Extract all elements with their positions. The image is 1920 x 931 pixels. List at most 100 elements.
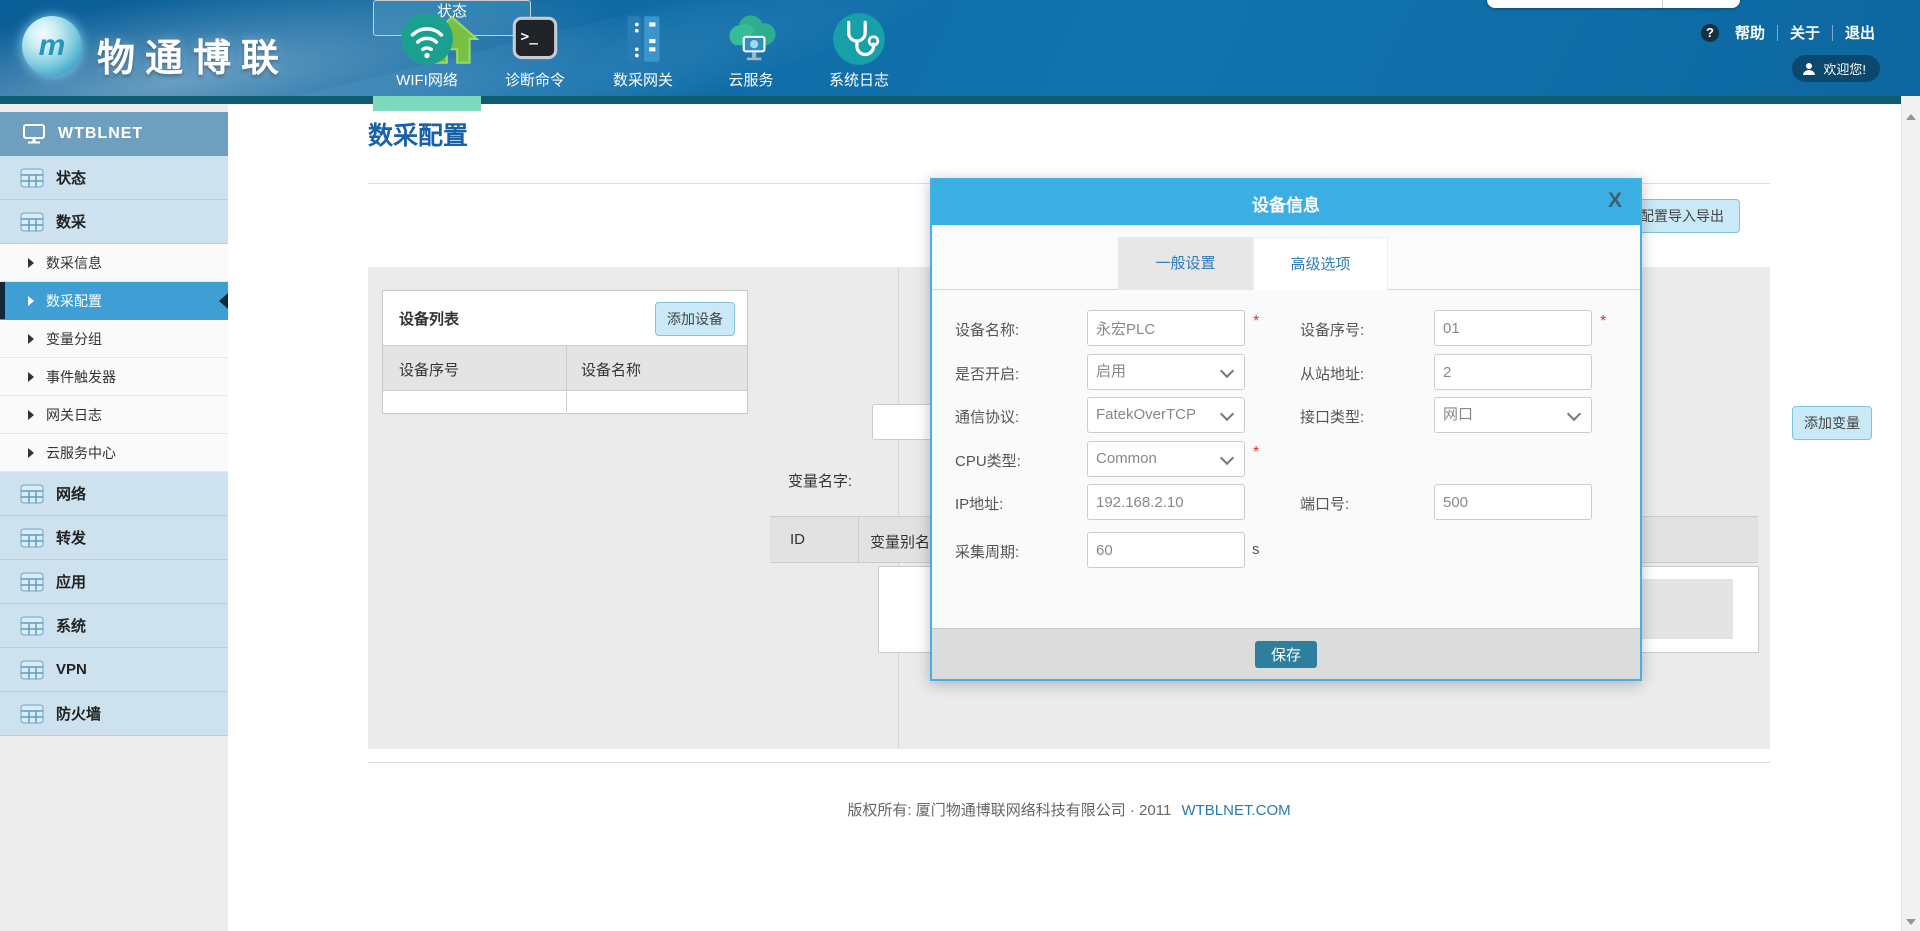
brand-globe-icon: m xyxy=(22,16,82,76)
link-divider xyxy=(1832,25,1833,41)
add-variable-button[interactable]: 添加变量 xyxy=(1792,406,1872,440)
scroll-up-arrow-icon[interactable] xyxy=(1906,114,1916,120)
logout-link[interactable]: 退出 xyxy=(1845,22,1875,43)
slave-address-input[interactable] xyxy=(1434,354,1592,390)
active-left-bar xyxy=(0,282,5,319)
triangle-icon xyxy=(28,296,34,306)
device-name-input[interactable] xyxy=(1087,310,1245,346)
sidebar-item-dataacq-config[interactable]: 数采配置 xyxy=(0,282,228,320)
sidebar-item-network[interactable]: 网络 xyxy=(0,472,228,516)
device-list-title: 设备列表 xyxy=(399,308,459,329)
sidebar-item-label: 防火墙 xyxy=(56,703,101,724)
id-column-header: ID xyxy=(790,531,805,548)
sidebar-item-application[interactable]: 应用 xyxy=(0,560,228,604)
device-table-column-divider xyxy=(566,346,567,412)
nav-label: 数采网关 xyxy=(589,69,697,90)
close-icon[interactable]: X xyxy=(1608,189,1622,213)
interface-type-select[interactable]: 网口 xyxy=(1434,397,1592,433)
sidebar-item-label: 网关日志 xyxy=(46,405,102,425)
tab-advanced-options[interactable]: 高级选项 xyxy=(1253,237,1388,290)
device-info-modal: 设备信息 X 一般设置 高级选项 设备名称: * 是否开启: 启用 通信协议: … xyxy=(930,178,1642,681)
page-title: 数采配置 xyxy=(368,116,468,152)
chevron-down-icon xyxy=(1220,451,1234,465)
sidebar-item-label: 数采信息 xyxy=(46,253,102,273)
interface-type-label: 接口类型: xyxy=(1300,406,1364,427)
device-list-header: 设备列表 添加设备 xyxy=(383,291,747,346)
terminal-icon: >_ xyxy=(506,10,564,70)
scroll-down-arrow-icon[interactable] xyxy=(1906,919,1916,925)
nav-item-gateway[interactable]: 数采网关 xyxy=(589,0,697,96)
port-input[interactable] xyxy=(1434,484,1592,520)
footer-divider xyxy=(368,762,1770,763)
sidebar-item-label: 系统 xyxy=(56,615,86,636)
nav-item-syslog[interactable]: 系统日志 xyxy=(805,0,913,96)
protocol-label: 通信协议: xyxy=(955,406,1019,427)
link-divider xyxy=(1777,25,1778,41)
sidebar-item-firewall[interactable]: 防火墙 xyxy=(0,692,228,736)
sidebar: WTBLNET 状态 数采 数采信息 数采配置 变量分组 事件触发器 xyxy=(0,104,228,931)
enabled-select[interactable]: 启用 xyxy=(1087,354,1245,390)
sidebar-item-system[interactable]: 系统 xyxy=(0,604,228,648)
sidebar-item-status[interactable]: 状态 xyxy=(0,156,228,200)
welcome-badge: 欢迎您! xyxy=(1792,55,1880,82)
grid-icon xyxy=(20,168,44,188)
variable-name-label: 变量名字: xyxy=(788,470,852,491)
tab-general-settings[interactable]: 一般设置 xyxy=(1118,237,1253,290)
header-links: ? 帮助 关于 退出 xyxy=(1701,22,1875,43)
grid-icon xyxy=(20,484,44,504)
page-scrollbar[interactable] xyxy=(1901,96,1920,931)
device-serial-label: 设备序号: xyxy=(1300,319,1364,340)
active-right-arrow xyxy=(219,293,228,309)
cloud-icon xyxy=(722,10,780,70)
sidebar-item-label: 事件触发器 xyxy=(46,367,116,387)
nav-active-underline xyxy=(373,96,481,111)
nav-label: WIFI网络 xyxy=(373,69,481,90)
slave-address-label: 从站地址: xyxy=(1300,363,1364,384)
grid-icon xyxy=(20,616,44,636)
user-icon xyxy=(1802,62,1816,76)
device-serial-column-header: 设备序号 xyxy=(399,359,459,380)
sidebar-item-dataacq-info[interactable]: 数采信息 xyxy=(0,244,228,282)
sidebar-item-vpn[interactable]: VPN xyxy=(0,648,228,692)
nav-item-cloud[interactable]: 云服务 xyxy=(697,0,805,96)
nav-item-wifi[interactable]: WIFI网络 xyxy=(373,0,481,96)
add-device-button[interactable]: 添加设备 xyxy=(655,302,735,336)
modal-header: 设备信息 X xyxy=(932,180,1640,225)
cpu-type-label: CPU类型: xyxy=(955,450,1021,471)
sidebar-item-event-trigger[interactable]: 事件触发器 xyxy=(0,358,228,396)
sidebar-item-cloud-center[interactable]: 云服务中心 xyxy=(0,434,228,472)
sidebar-item-variable-group[interactable]: 变量分组 xyxy=(0,320,228,358)
enabled-label: 是否开启: xyxy=(955,363,1019,384)
sidebar-header: WTBLNET xyxy=(0,112,228,156)
sidebar-item-forward[interactable]: 转发 xyxy=(0,516,228,560)
nav-item-diagnostic[interactable]: >_ 诊断命令 xyxy=(481,0,589,96)
device-serial-input[interactable] xyxy=(1434,310,1592,346)
footer: 版权所有: 厦门物通博联网络科技有限公司 · 2011 WTBLNET.COM xyxy=(368,799,1770,820)
port-label: 端口号: xyxy=(1300,493,1349,514)
sidebar-item-label: 应用 xyxy=(56,571,86,592)
save-button[interactable]: 保存 xyxy=(1255,641,1317,668)
ip-address-input[interactable] xyxy=(1087,484,1245,520)
svg-text:>_: >_ xyxy=(521,29,539,45)
search-box-partial[interactable] xyxy=(1487,0,1740,8)
cpu-type-select-value: Common xyxy=(1096,450,1157,467)
chevron-down-icon xyxy=(1220,407,1234,421)
help-link[interactable]: 帮助 xyxy=(1735,22,1765,43)
protocol-select[interactable]: FatekOverTCP xyxy=(1087,397,1245,433)
sidebar-item-label: 变量分组 xyxy=(46,329,102,349)
nav-label: 系统日志 xyxy=(805,69,913,90)
sidebar-item-gateway-log[interactable]: 网关日志 xyxy=(0,396,228,434)
top-header: m 物通博联 状态 WIFI网络 xyxy=(0,0,1920,96)
device-list-box: 设备列表 添加设备 设备序号 设备名称 xyxy=(382,290,748,414)
about-link[interactable]: 关于 xyxy=(1790,22,1820,43)
help-icon: ? xyxy=(1701,24,1719,42)
sidebar-title: WTBLNET xyxy=(58,125,143,143)
nav-label: 云服务 xyxy=(697,69,805,90)
wifi-icon xyxy=(398,10,456,70)
footer-link[interactable]: WTBLNET.COM xyxy=(1181,802,1290,819)
sidebar-item-label: 数采配置 xyxy=(46,291,102,311)
cpu-type-select[interactable]: Common xyxy=(1087,441,1245,477)
poll-cycle-input[interactable] xyxy=(1087,532,1245,568)
modal-footer: 保存 xyxy=(932,628,1640,679)
sidebar-item-dataacq[interactable]: 数采 xyxy=(0,200,228,244)
